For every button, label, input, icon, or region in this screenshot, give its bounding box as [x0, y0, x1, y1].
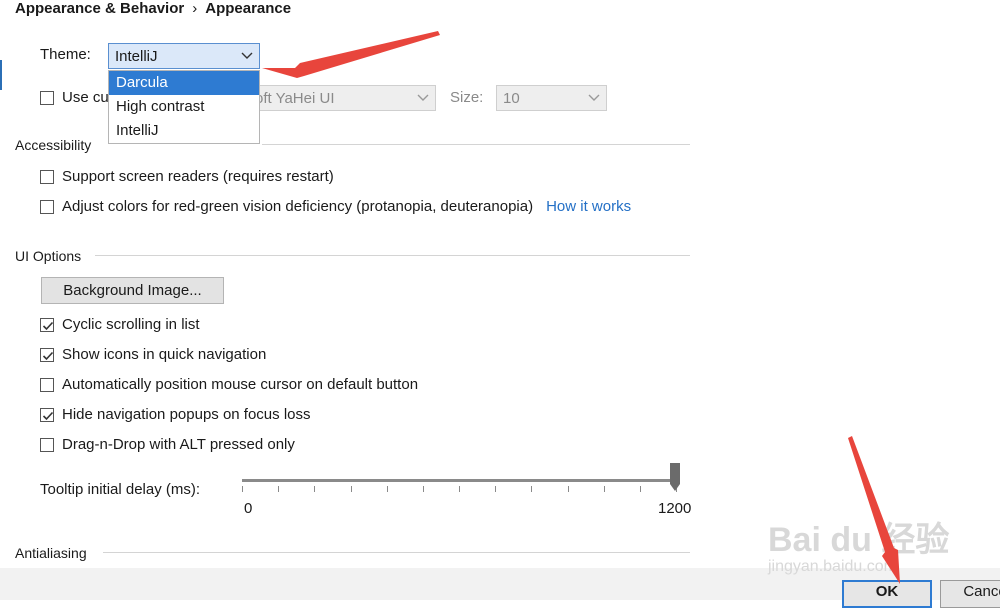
- arrow-to-ok: [848, 436, 900, 584]
- arrow-to-darcula: [262, 31, 440, 78]
- annotation-arrows: [262, 31, 900, 584]
